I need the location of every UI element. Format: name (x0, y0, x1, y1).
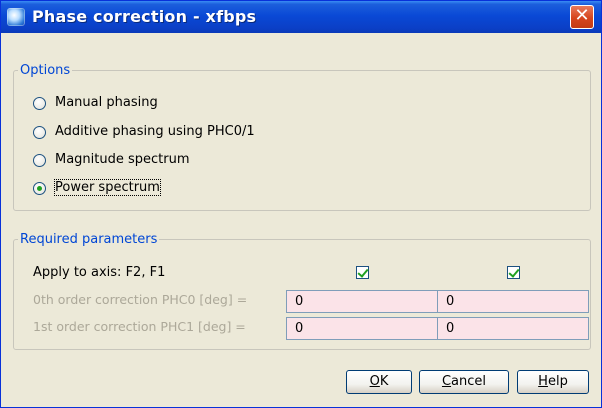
cancel-mnemonic: C (441, 374, 452, 389)
radio-label: Power spectrum (54, 179, 161, 196)
radio-button[interactable] (33, 97, 46, 110)
phc1-f1-input[interactable]: 0 (437, 317, 589, 340)
phc0-f2-input[interactable]: 0 (286, 290, 438, 313)
help-mnemonic: H (538, 374, 548, 389)
close-button[interactable]: ✕ (570, 5, 594, 29)
phc0-label: 0th order correction PHC0 [deg] = (33, 292, 248, 307)
radio-button-selected[interactable] (33, 182, 46, 195)
window-title: Phase correction - xfbps (32, 7, 257, 26)
apply-f1-checkbox[interactable] (507, 266, 520, 279)
dialog-window: Phase correction - xfbps ✕ Options Manua… (0, 0, 602, 408)
phc1-label: 1st order correction PHC1 [deg] = (33, 319, 246, 334)
cancel-button[interactable]: Cancel (419, 370, 509, 394)
ok-mnemonic: O (369, 374, 380, 389)
phc0-f1-input[interactable]: 0 (437, 290, 589, 313)
apply-f2-checkbox[interactable] (356, 266, 369, 279)
app-icon (7, 8, 25, 26)
cancel-label-rest: ancel (451, 374, 487, 389)
help-button[interactable]: Help (517, 370, 589, 394)
parameters-legend: Required parameters (20, 232, 158, 247)
close-icon: ✕ (574, 5, 590, 26)
radio-label: Manual phasing (55, 95, 158, 110)
help-label-rest: elp (547, 374, 568, 389)
radio-button[interactable] (33, 126, 46, 139)
radio-label: Additive phasing using PHC0/1 (55, 124, 255, 139)
ok-label-rest: K (379, 374, 389, 389)
radio-label: Magnitude spectrum (55, 152, 190, 167)
apply-axis-label: Apply to axis: F2, F1 (33, 265, 166, 280)
radio-button[interactable] (33, 154, 46, 167)
options-legend: Options (20, 63, 71, 78)
ok-button[interactable]: OK (346, 370, 412, 394)
phc1-f2-input[interactable]: 0 (286, 317, 438, 340)
title-bar[interactable]: Phase correction - xfbps ✕ (1, 1, 601, 33)
